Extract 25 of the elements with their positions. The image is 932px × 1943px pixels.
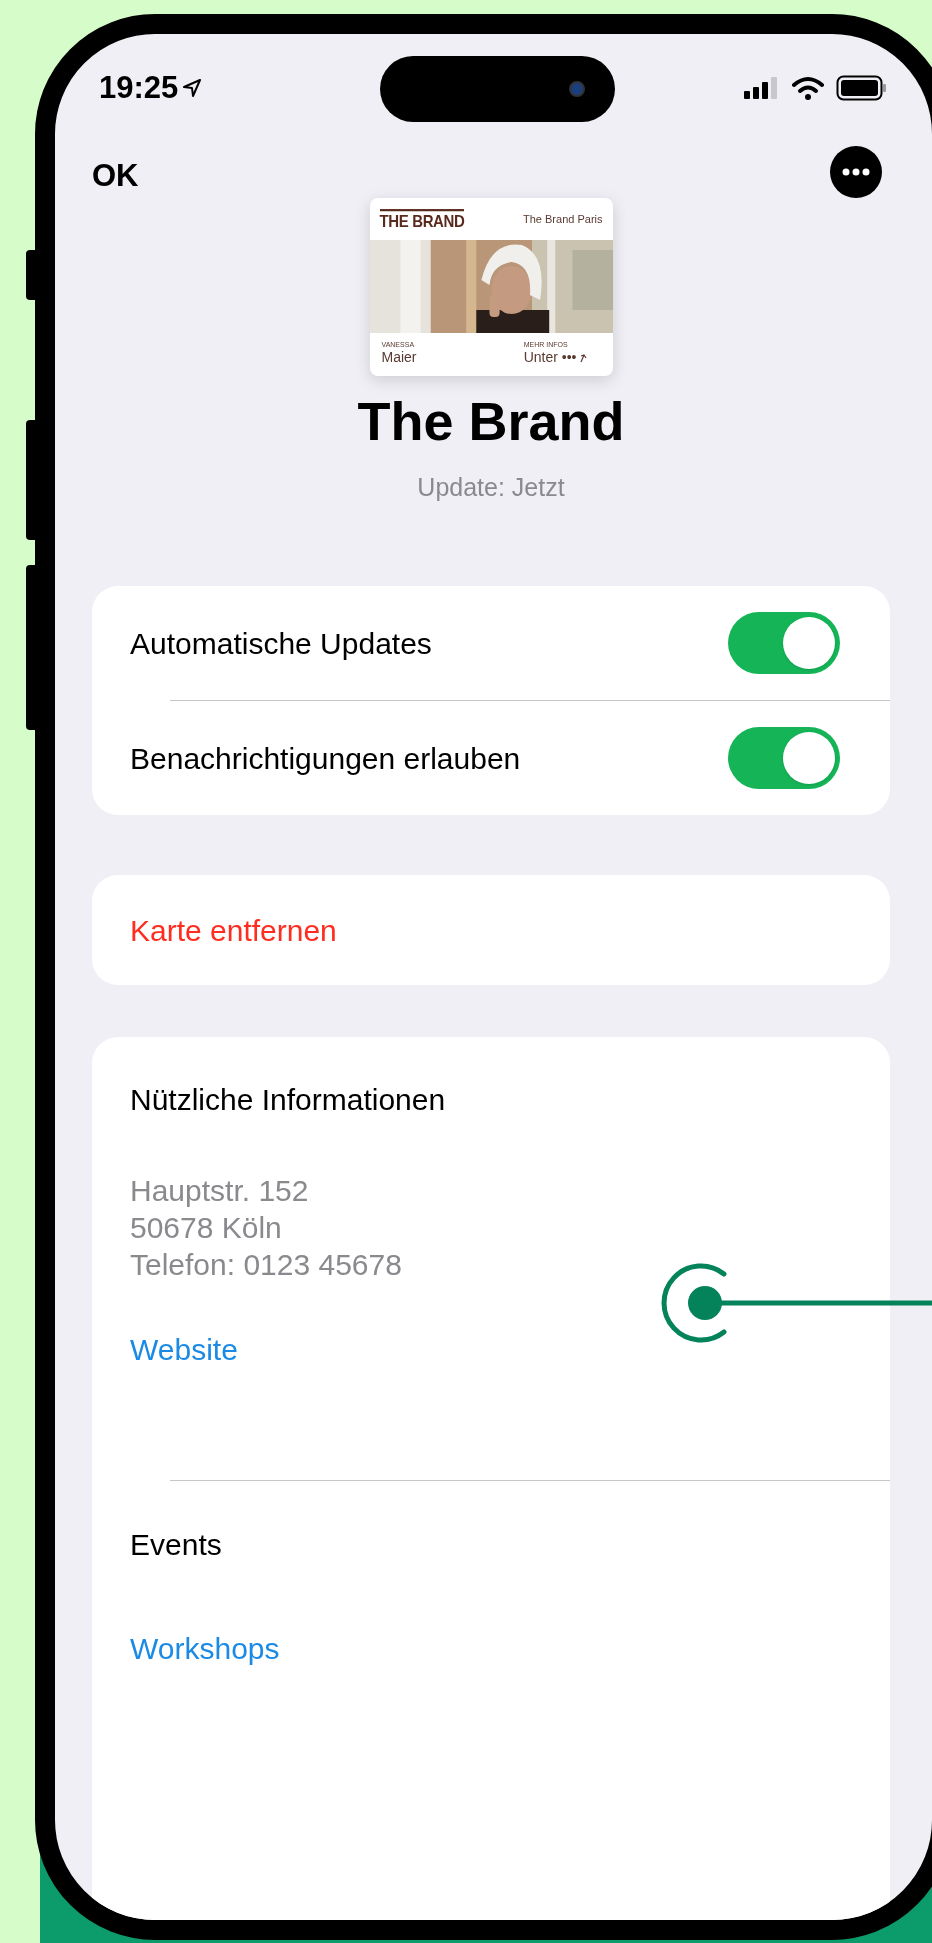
update-status: Update: Jetzt — [417, 472, 565, 502]
address-line: 50678 Köln — [130, 1210, 282, 1246]
workshops-link[interactable]: Workshops — [130, 1630, 280, 1668]
brand-logo: THE BRAND — [379, 208, 465, 230]
wifi-icon — [792, 76, 824, 100]
section-heading: Nützliche Informationen — [130, 1082, 446, 1118]
section-heading: Events — [130, 1527, 222, 1563]
status-time: 19:25 — [99, 68, 179, 107]
pass-subtitle: The Brand Paris — [523, 211, 603, 227]
setting-label: Benachrichtigungen erlauben — [130, 740, 521, 777]
field-value: Maier — [381, 349, 417, 366]
address-line: Telefon: 0123 45678 — [130, 1247, 402, 1283]
website-link[interactable]: Website — [130, 1331, 238, 1369]
more-icon — [842, 168, 870, 176]
location-arrow-icon — [182, 78, 203, 98]
remove-card-button[interactable]: Karte entfernen — [92, 875, 890, 985]
battery-icon — [836, 75, 888, 101]
pass-title: The Brand — [357, 390, 625, 452]
setting-label: Automatische Updates — [130, 625, 432, 662]
signal-icon — [744, 77, 780, 99]
arrow-icon — [578, 352, 587, 363]
ok-button[interactable]: OK — [92, 158, 139, 194]
address-line: Hauptstr. 152 — [130, 1173, 309, 1209]
field-value: Unter ••• — [523, 349, 577, 366]
more-button[interactable] — [830, 146, 882, 198]
